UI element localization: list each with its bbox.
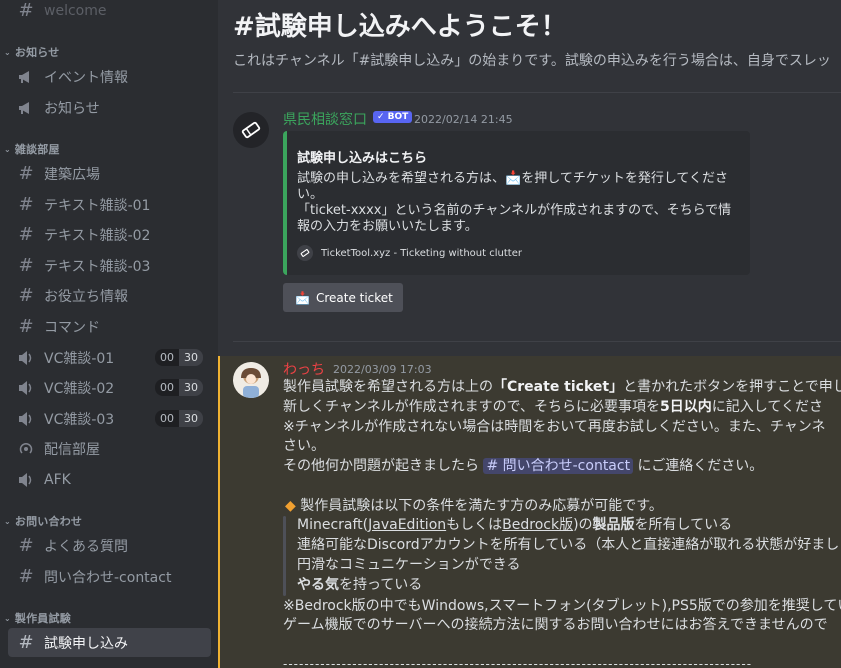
channel-text-01[interactable]: # テキスト雑談-01 (8, 190, 211, 219)
bot-avatar[interactable] (233, 112, 269, 148)
channel-text-03[interactable]: # テキスト雑談-03 (8, 251, 211, 280)
message-line: ※チャンネルが作成されない場合は時間をおいて再度お試しください。また、チャンネ (283, 419, 826, 435)
quote-line: Minecraft(JavaEditionもしくはBedrock版)の製品版を所… (297, 517, 733, 533)
channel-mention[interactable]: # 問い合わせ-contact (483, 458, 634, 474)
orange-diamond-icon: ◆ (285, 498, 296, 514)
channel-vc-01[interactable]: VC雑談-01 00 30 (8, 343, 211, 372)
channel-contact[interactable]: # 問い合わせ-contact (8, 562, 211, 591)
ticket-icon (297, 245, 313, 261)
embed-title: 試験申し込みはこちら (297, 151, 428, 166)
channel-text-02[interactable]: # テキスト雑談-02 (8, 220, 211, 249)
broadcast-icon (16, 439, 36, 459)
category-chat[interactable]: ⌄ 雑談部屋 (4, 141, 60, 157)
blockquote-bar (283, 516, 286, 596)
hash-icon: # (18, 255, 34, 276)
message-line: さい。 (283, 438, 325, 454)
hash-icon: # (18, 194, 34, 215)
embed-description: 試験の申し込みを希望される方は、📩を押してチケットを発行してください。 「tic… (297, 171, 732, 234)
hash-icon: # (18, 163, 34, 184)
category-exam[interactable]: ⌄ 製作員試験 (4, 610, 71, 626)
quote-line: 円滑なコミュニケーションができる (297, 557, 521, 573)
message-timestamp: 2022/03/09 17:03 (333, 363, 432, 376)
user-avatar[interactable] (233, 362, 269, 398)
channel-label: welcome (44, 2, 107, 19)
message-line: ◆ 製作員試験は以下の条件を満たす方のみ応募が可能です。 (285, 498, 663, 514)
message-author[interactable]: わっち (283, 359, 325, 379)
channel-building[interactable]: # 建築広場 (8, 159, 211, 188)
speaker-icon (16, 409, 36, 429)
chevron-down-icon: ⌄ (4, 516, 11, 526)
channel-vc-03[interactable]: VC雑談-03 00 30 (8, 404, 211, 433)
channel-afk[interactable]: AFK (8, 465, 211, 494)
hash-icon: # (18, 0, 34, 21)
user-limit-badge: 00 30 (155, 410, 203, 427)
channel-welcome[interactable]: # welcome (8, 0, 211, 25)
speaker-icon (16, 348, 36, 368)
megaphone-icon (16, 98, 36, 118)
hash-icon: # (18, 316, 34, 337)
user-limit-badge: 00 30 (155, 349, 203, 366)
channel-stream[interactable]: 配信部屋 (8, 434, 211, 463)
bot-badge: ✓ BOT (373, 111, 413, 123)
message-line: 新しくチャンネルが作成されますので、そちらに必要事項を5日以内に記入してくださ (283, 399, 823, 415)
channel-faq[interactable]: # よくある質問 (8, 531, 211, 560)
message-line: その他何か問題が起きましたら # 問い合わせ-contact にご連絡ください。 (283, 458, 764, 474)
divider (233, 341, 841, 342)
quote-line: やる気を持っている (297, 577, 423, 593)
channel-sidebar: # welcome ⌄ お知らせ イベント情報 お知らせ ⌄ 雑談部屋 # 建築… (0, 0, 218, 668)
envelope-icon: 📩 (295, 290, 310, 305)
channel-exam-application[interactable]: # 試験申し込み (8, 628, 211, 657)
channel-commands[interactable]: # コマンド (8, 312, 211, 341)
channel-useful-info[interactable]: # お役立ち情報 (8, 281, 211, 310)
divider (233, 92, 841, 93)
separator-dashes: ----------------------------------------… (283, 657, 753, 668)
category-contact[interactable]: ⌄ お問い合わせ (4, 513, 82, 529)
message-area: #試験申し込みへようこそ！ これはチャンネル「#試験申し込み」の始まりです。試験… (218, 0, 841, 668)
channel-welcome-description: これはチャンネル「#試験申し込み」の始まりです。試験の申込みを行う場合は、自身で… (233, 53, 831, 69)
speaker-icon (16, 470, 36, 490)
category-announcements[interactable]: ⌄ お知らせ (4, 44, 60, 60)
quote-line: 連絡可能なDiscordアカウントを所有している（本人と直接連絡が取れる状態が好… (297, 537, 840, 553)
megaphone-icon (16, 67, 36, 87)
channel-welcome-title: #試験申し込みへようこそ！ (233, 12, 567, 42)
channel-events[interactable]: イベント情報 (8, 62, 211, 91)
hash-icon: # (18, 285, 34, 306)
message-timestamp: 2022/02/14 21:45 (414, 113, 513, 126)
ticket-embed: 試験申し込みはこちら 試験の申し込みを希望される方は、📩を押してチケットを発行し… (283, 131, 750, 275)
message-line: ゲーム機版でのサーバーへの接続方法に関するお問い合わせにはお答えできませんので (283, 617, 828, 633)
speaker-icon (16, 378, 36, 398)
hash-icon: # (18, 535, 34, 556)
message-line: 製作員試験を希望される方は上の「Create ticket」と書かれたボタンを押… (283, 379, 841, 395)
message-line: ※Bedrock版の中でもWindows,スマートフォン(タブレット),PS5版… (283, 598, 841, 614)
envelope-icon: 📩 (505, 171, 522, 186)
message-author[interactable]: 県民相談窓口 (283, 109, 367, 129)
channel-notice[interactable]: お知らせ (8, 93, 211, 122)
chevron-down-icon: ⌄ (4, 47, 11, 57)
embed-footer: TicketTool.xyz - Ticketing without clutt… (297, 245, 522, 261)
create-ticket-button[interactable]: 📩 Create ticket (283, 283, 403, 312)
hash-icon: # (18, 566, 34, 587)
channel-vc-02[interactable]: VC雑談-02 00 30 (8, 373, 211, 402)
hash-icon: # (18, 224, 34, 245)
user-limit-badge: 00 30 (155, 379, 203, 396)
chevron-down-icon: ⌄ (4, 144, 11, 154)
hash-icon: # (18, 632, 34, 653)
ticket-icon (241, 121, 261, 139)
chevron-down-icon: ⌄ (4, 613, 11, 623)
